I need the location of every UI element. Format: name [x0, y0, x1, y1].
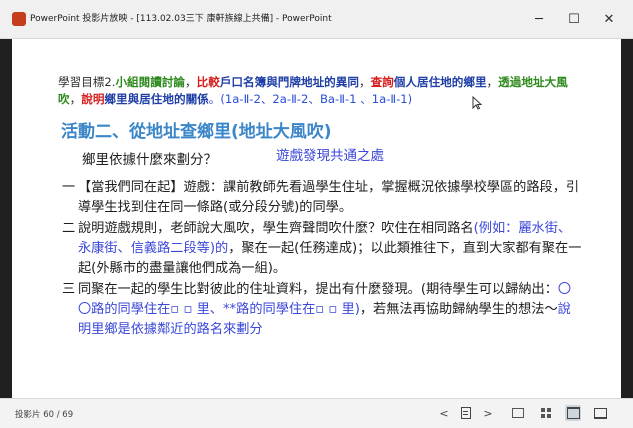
slideshow-view-icon — [593, 407, 607, 419]
game-note: 遊戲發現共通之處 — [276, 148, 384, 164]
step-item: 三同聚在一起的學生比對彼此的住址資料，提出有什麼發現。(期待學生可以歸納出：〇〇… — [62, 280, 582, 340]
step-number: 一 — [62, 180, 76, 195]
powerpoint-icon — [12, 12, 26, 26]
goal-segment: 說明 — [81, 92, 105, 106]
activity-steps: 一【當我們同在起】遊戲：課前教師先看過學生住址，掌握概況依據學校學區的路段，引導… — [62, 178, 582, 341]
step-number: 二 — [62, 221, 76, 236]
goal-segment: 個人居住地的鄉里 — [393, 75, 487, 89]
goal-segment: 。(1a-Ⅱ-2、2a-Ⅱ-2、Ba-Ⅱ-1 、1a-Ⅱ-1) — [208, 92, 413, 106]
window-title: PowerPoint 投影片放映 - [113.02.03三下 康軒族線上共備]… — [30, 14, 332, 24]
minimize-icon: ─ — [535, 11, 543, 27]
reading-view-icon — [566, 407, 580, 419]
slide-menu-icon — [461, 407, 471, 419]
step-text-part: 同聚在一起的學生比對彼此的住址資料，提出有什麼發現。(期待學生可以歸納出： — [78, 282, 558, 297]
previous-slide-button[interactable]: < — [436, 405, 452, 421]
slideshow-button[interactable] — [592, 405, 608, 421]
goal-segment: ， — [69, 92, 82, 106]
reading-view-button[interactable] — [565, 405, 581, 421]
step-text-part: 說明遊戲規則，老師說大風吹，學生齊聲問吹什麼？吹住在相同路名 — [78, 221, 474, 236]
step-text-part: 【當我們同在起】遊戲：課前教師先看過學生住址，掌握概況依據學校學區的路段，引導學… — [78, 180, 580, 215]
step-text: 說明遊戲規則，老師說大風吹，學生齊聲問吹什麼？吹住在相同路名(例如：麗水街、永康… — [78, 219, 582, 279]
step-number: 三 — [62, 282, 76, 297]
goal-segment: 查詢 — [370, 75, 394, 89]
goal-segment: ， — [358, 75, 371, 89]
learning-goal-text: 學習目標2.小組閱讀討論，比較戶口名簿與門牌地址的異同，查詢個人居住地的鄉里，透… — [58, 74, 588, 108]
slide-counter: 投影片 60 / 69 — [15, 410, 74, 420]
slide-menu-button[interactable] — [458, 405, 474, 421]
slide-sorter-button[interactable] — [538, 405, 554, 421]
maximize-button[interactable]: ☐ — [561, 9, 587, 29]
normal-view-icon — [512, 408, 524, 418]
step-text: 【當我們同在起】遊戲：課前教師先看過學生住址，掌握概況依據學校學區的路段，引導學… — [78, 178, 582, 218]
activity-heading: 活動二、從地址查鄉里(地址大風吹) — [61, 122, 332, 142]
close-button[interactable]: ✕ — [596, 9, 622, 29]
status-bar: 投影片 60 / 69 < > — [0, 398, 633, 428]
title-bar: PowerPoint 投影片放映 - [113.02.03三下 康軒族線上共備]… — [0, 0, 633, 39]
goal-segment: ， — [185, 75, 197, 89]
step-item: 二說明遊戲規則，老師說大風吹，學生齊聲問吹什麼？吹住在相同路名(例如：麗水街、永… — [62, 219, 582, 279]
slide-sorter-icon — [541, 408, 551, 418]
normal-view-button[interactable] — [510, 405, 526, 421]
mouse-cursor-icon — [472, 95, 483, 113]
goal-segment: 學習目標2. — [58, 75, 116, 89]
step-text: 同聚在一起的學生比對彼此的住址資料，提出有什麼發現。(期待學生可以歸納出：〇〇路… — [78, 280, 582, 340]
goal-segment: 小組閱讀討論 — [115, 75, 186, 89]
powerpoint-window: PowerPoint 投影片放映 - [113.02.03三下 康軒族線上共備]… — [0, 0, 633, 428]
step-text-part: ，若無法再協助歸納學生的想法～ — [359, 302, 558, 317]
close-icon: ✕ — [603, 11, 615, 27]
next-slide-button[interactable]: > — [480, 405, 496, 421]
goal-segment: 戶口名簿與門牌地址的異同 — [219, 75, 359, 89]
guiding-question: 鄉里依據什麼來劃分？ — [82, 152, 217, 168]
goal-segment: 鄉里與居住地的關係 — [104, 92, 209, 106]
previous-slide-icon: < — [439, 406, 449, 420]
maximize-icon: ☐ — [568, 11, 580, 27]
goal-segment: 比較 — [196, 75, 220, 89]
step-item: 一【當我們同在起】遊戲：課前教師先看過學生住址，掌握概況依據學校學區的路段，引導… — [62, 178, 582, 218]
goal-segment: ， — [486, 75, 499, 89]
next-slide-icon: > — [483, 406, 493, 420]
slide-canvas[interactable]: 學習目標2.小組閱讀討論，比較戶口名簿與門牌地址的異同，查詢個人居住地的鄉里，透… — [12, 39, 621, 398]
minimize-button[interactable]: ─ — [526, 9, 552, 29]
